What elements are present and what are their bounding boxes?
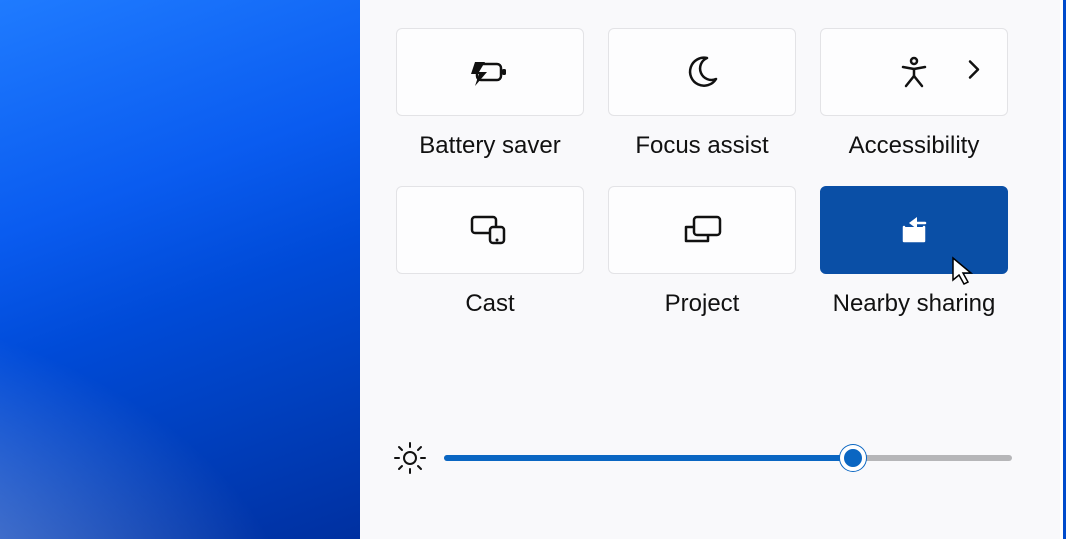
quick-settings-grid: Battery saver Focus assist [396, 28, 1008, 318]
brightness-slider-fill [444, 455, 853, 461]
brightness-slider[interactable] [444, 455, 1012, 461]
cast-icon [468, 214, 512, 246]
panel-edge-accent [1063, 0, 1066, 539]
battery-saver-label: Battery saver [396, 132, 584, 160]
cast-tile[interactable] [396, 186, 584, 274]
nearby-sharing-tile[interactable] [820, 186, 1008, 274]
accessibility-tile[interactable] [820, 28, 1008, 116]
brightness-row [392, 440, 1012, 476]
accessibility-label: Accessibility [820, 132, 1008, 160]
chevron-right-icon [967, 59, 981, 86]
battery-saver-tile[interactable] [396, 28, 584, 116]
battery-saver-icon [469, 58, 511, 86]
accessibility-icon [897, 55, 931, 89]
focus-assist-tile[interactable] [608, 28, 796, 116]
project-icon [680, 214, 724, 246]
focus-assist-label: Focus assist [608, 132, 796, 160]
nearby-sharing-label: Nearby sharing [820, 290, 1008, 318]
project-tile[interactable] [608, 186, 796, 274]
share-icon [897, 214, 931, 246]
brightness-slider-thumb[interactable] [840, 445, 866, 471]
cast-label: Cast [396, 290, 584, 318]
desktop-wallpaper [0, 0, 360, 539]
project-label: Project [608, 290, 796, 318]
moon-icon [685, 55, 719, 89]
brightness-icon [392, 440, 428, 476]
